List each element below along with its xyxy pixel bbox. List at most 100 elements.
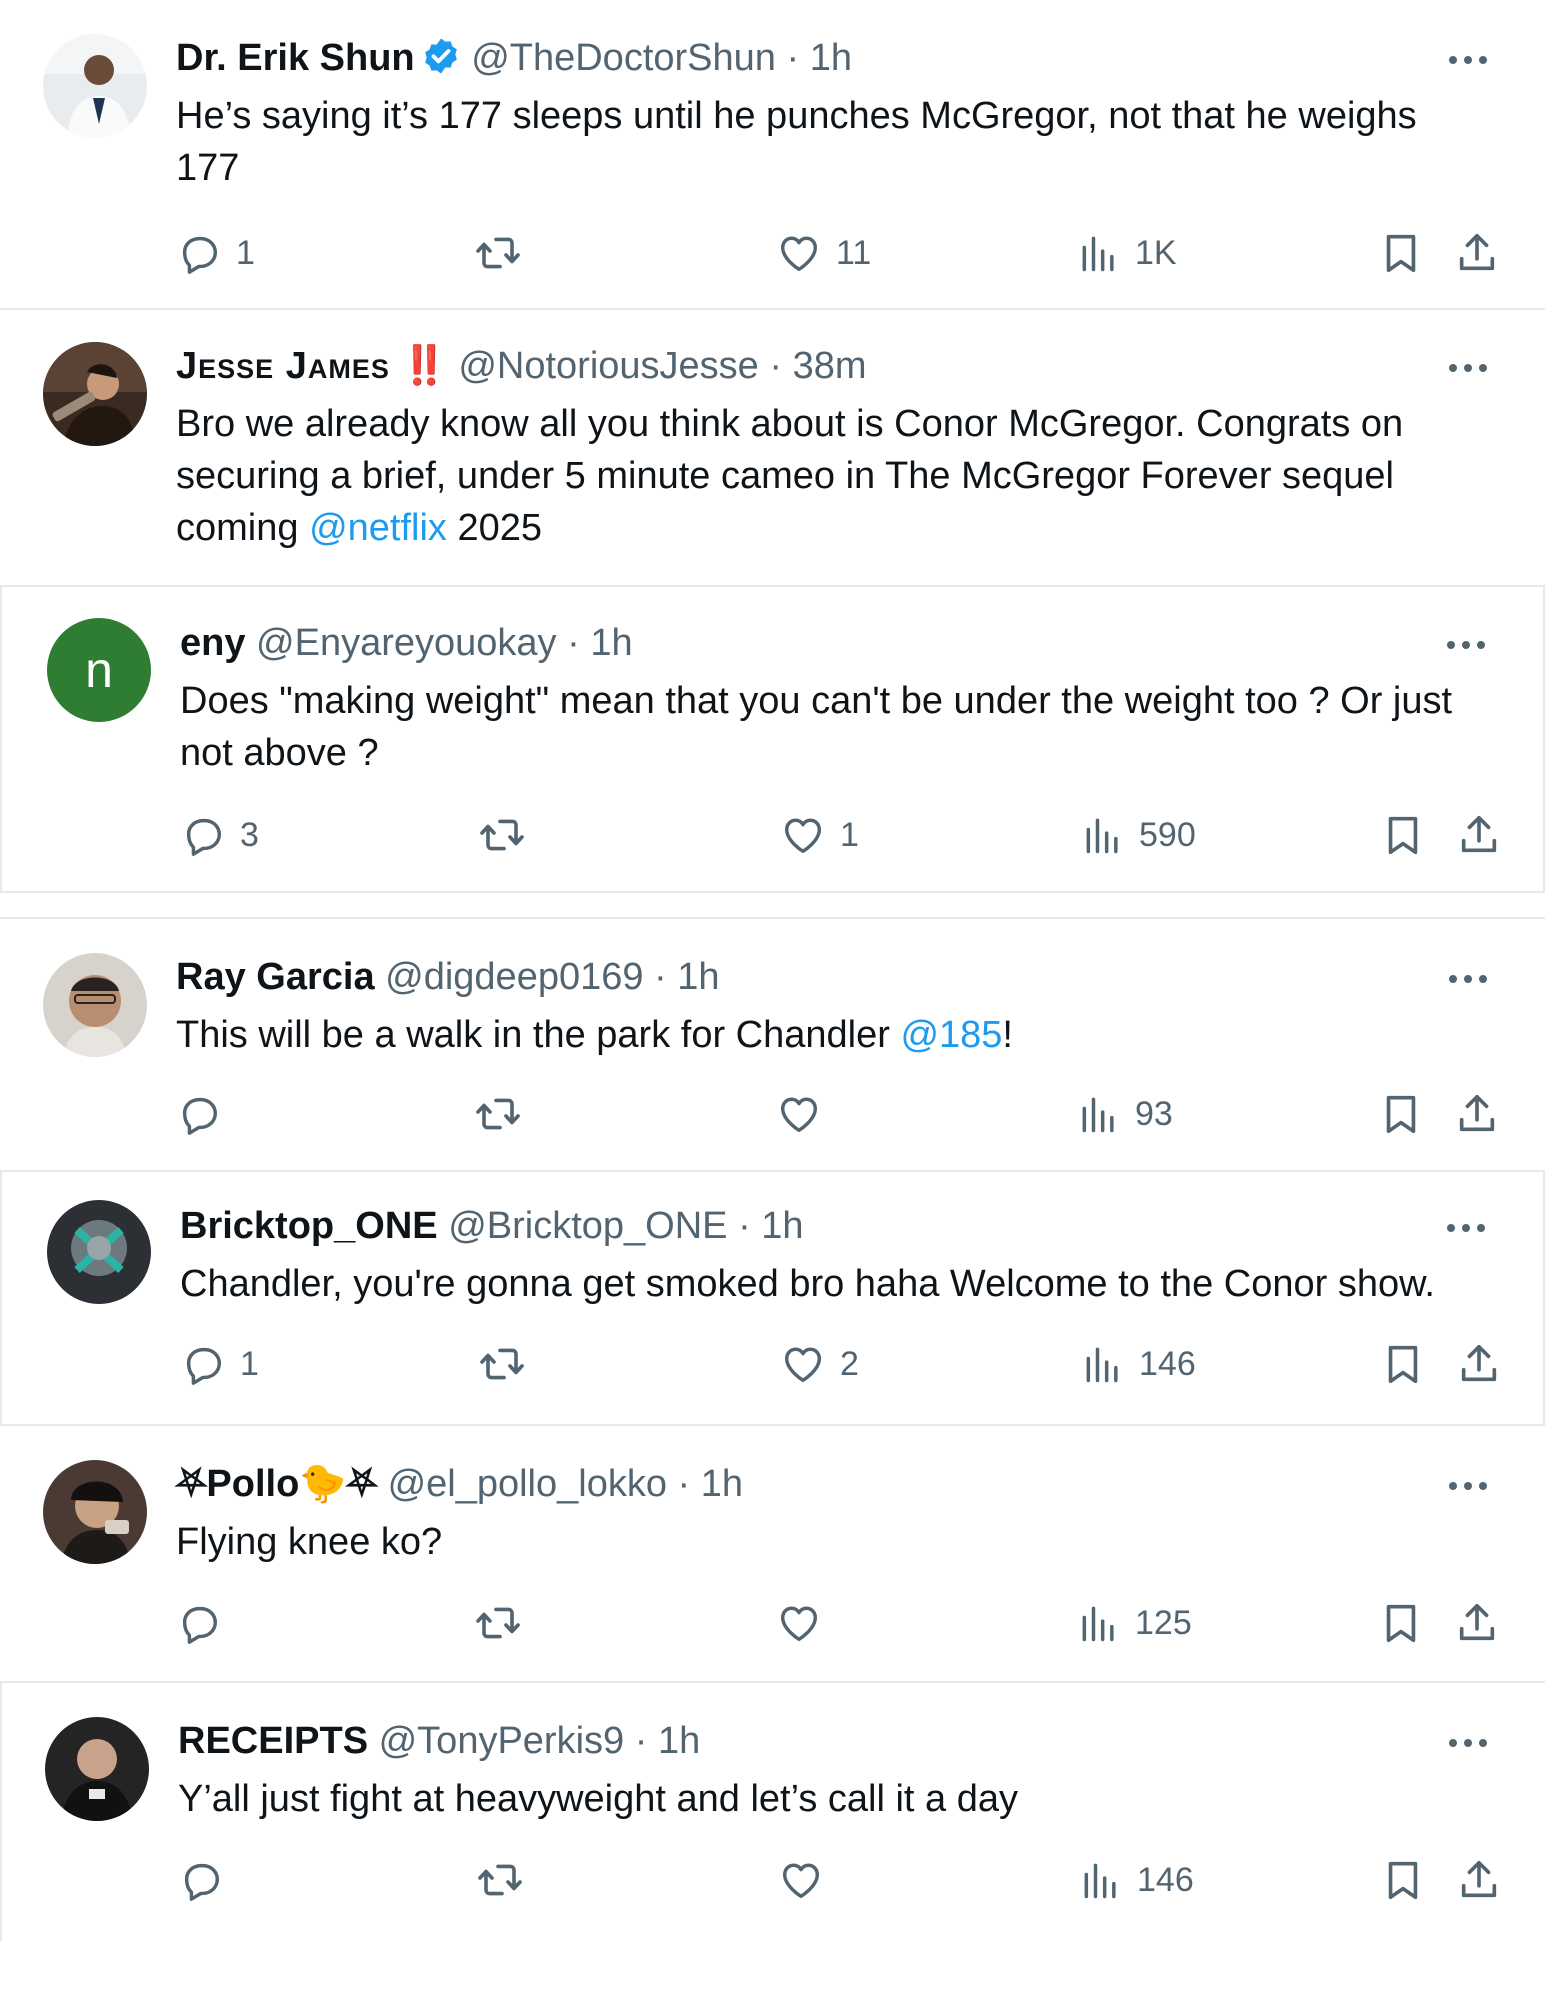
timestamp[interactable]: 1h [677,956,719,998]
retweet-button[interactable] [476,1855,524,1905]
more-options-icon[interactable] [1446,1476,1490,1496]
bookmark-icon [1378,1600,1424,1646]
reply-button[interactable] [178,1855,224,1905]
username[interactable]: @TheDoctorShun [471,37,776,79]
tweet[interactable]: Dr. Erik Shun @TheDoctorShun · 1h He’s s… [0,0,1545,310]
username[interactable]: @TonyPerkis9 [379,1720,625,1762]
separator-dot: · [643,956,678,998]
display-name[interactable]: eny [180,622,245,664]
display-name[interactable]: ⛧Pollo🐤⛧ [176,1463,377,1505]
share-button[interactable] [1456,1855,1502,1905]
tweet[interactable]: Bricktop_ONE @Bricktop_ONE · 1h Chandler… [0,1172,1545,1426]
username[interactable]: @NotoriousJesse [458,345,758,387]
more-options-icon[interactable] [1446,50,1490,70]
share-button[interactable] [1454,228,1500,278]
views-button[interactable]: 93 [1077,1089,1173,1139]
avatar[interactable] [43,34,147,138]
reply-button[interactable]: 1 [180,1339,259,1389]
views-button[interactable]: 146 [1079,1855,1194,1905]
views-button[interactable]: 1K [1077,228,1177,278]
timestamp[interactable]: 1h [701,1463,743,1505]
mention-link[interactable]: @netflix [309,507,447,549]
bookmark-button[interactable] [1380,1339,1426,1389]
avatar[interactable] [45,1717,149,1821]
reply-button[interactable] [176,1089,222,1139]
more-options-icon[interactable] [1444,1218,1488,1238]
more-options-icon[interactable] [1446,358,1490,378]
username[interactable]: @el_pollo_lokko [388,1463,667,1505]
like-button[interactable] [778,1855,824,1905]
more-options-icon[interactable] [1446,1733,1490,1753]
avatar[interactable] [43,1460,147,1564]
avatar[interactable] [43,342,147,446]
username[interactable]: @Enyareyouokay [256,622,557,664]
share-button[interactable] [1456,810,1502,860]
more-options-icon[interactable] [1444,635,1488,655]
share-button[interactable] [1454,1089,1500,1139]
timestamp[interactable]: 1h [761,1205,803,1247]
tweet-header: Ray Garcia @digdeep0169 · 1h [176,953,720,1001]
name-emoji: ‼️ [400,345,448,387]
username[interactable]: @digdeep0169 [385,956,643,998]
bookmark-button[interactable] [1378,1089,1424,1139]
like-button[interactable] [776,1089,822,1139]
display-name[interactable]: Ray Garcia [176,956,375,998]
reply-button[interactable]: 3 [180,810,259,860]
avatar[interactable]: n [47,618,151,722]
tweet[interactable]: Jesse James ‼️ @NotoriousJesse · 38m Bro… [0,310,1545,587]
retweet-icon [478,1340,526,1388]
share-button[interactable] [1454,1598,1500,1648]
views-icon [1077,231,1121,275]
retweet-button[interactable] [474,228,522,278]
share-icon [1454,230,1500,276]
like-count: 11 [836,233,872,272]
tweet[interactable]: ⛧Pollo🐤⛧ @el_pollo_lokko · 1h Flying kne… [0,1426,1545,1683]
heart-icon [780,1341,826,1387]
bookmark-icon [1380,1341,1426,1387]
display-name[interactable]: RECEIPTS [178,1720,368,1762]
retweet-button[interactable] [478,810,526,860]
mention-link[interactable]: @185 [900,1014,1002,1056]
display-name[interactable]: Bricktop_ONE [180,1205,438,1247]
timestamp[interactable]: 1h [658,1720,700,1762]
bookmark-button[interactable] [1380,810,1426,860]
display-name[interactable]: Dr. Erik Shun [176,37,415,79]
reply-icon [176,230,222,276]
views-icon [1081,1342,1125,1386]
view-count: 146 [1139,1344,1196,1383]
like-button[interactable]: 11 [776,228,871,278]
bookmark-button[interactable] [1378,228,1424,278]
reply-button[interactable] [176,1598,222,1648]
tweet-text: Flying knee ko? [176,1521,443,1563]
separator-dot: · [666,1463,701,1505]
timestamp[interactable]: 38m [793,345,867,387]
tweet[interactable]: Ray Garcia @digdeep0169 · 1h This will b… [0,917,1545,1172]
views-button[interactable]: 125 [1077,1598,1192,1648]
like-button[interactable]: 2 [780,1339,859,1389]
retweet-button[interactable] [474,1598,522,1648]
heart-icon [778,1857,824,1903]
avatar[interactable] [43,953,147,1057]
like-button[interactable] [776,1598,822,1648]
display-name[interactable]: Jesse James [176,345,390,387]
views-icon [1077,1601,1121,1645]
timestamp[interactable]: 1h [810,37,852,79]
tweet-text: Chandler, you're gonna get smoked bro ha… [180,1263,1435,1305]
retweet-button[interactable] [474,1089,522,1139]
retweet-button[interactable] [478,1339,526,1389]
timestamp[interactable]: 1h [590,622,632,664]
bookmark-button[interactable] [1380,1855,1426,1905]
like-button[interactable]: 1 [780,810,859,860]
share-button[interactable] [1456,1339,1502,1389]
tweet-text: Y’all just fight at heavyweight and let’… [178,1778,1018,1820]
username[interactable]: @Bricktop_ONE [448,1205,727,1247]
tweet[interactable]: RECEIPTS @TonyPerkis9 · 1h Y’all just fi… [0,1683,1545,1941]
views-button[interactable]: 590 [1081,810,1196,860]
avatar[interactable] [47,1200,151,1304]
bookmark-icon [1378,1091,1424,1137]
more-options-icon[interactable] [1446,969,1490,989]
views-button[interactable]: 146 [1081,1339,1196,1389]
bookmark-button[interactable] [1378,1598,1424,1648]
reply-button[interactable]: 1 [176,228,255,278]
tweet[interactable]: n eny @Enyareyouokay · 1h Does "making w… [0,587,1545,893]
